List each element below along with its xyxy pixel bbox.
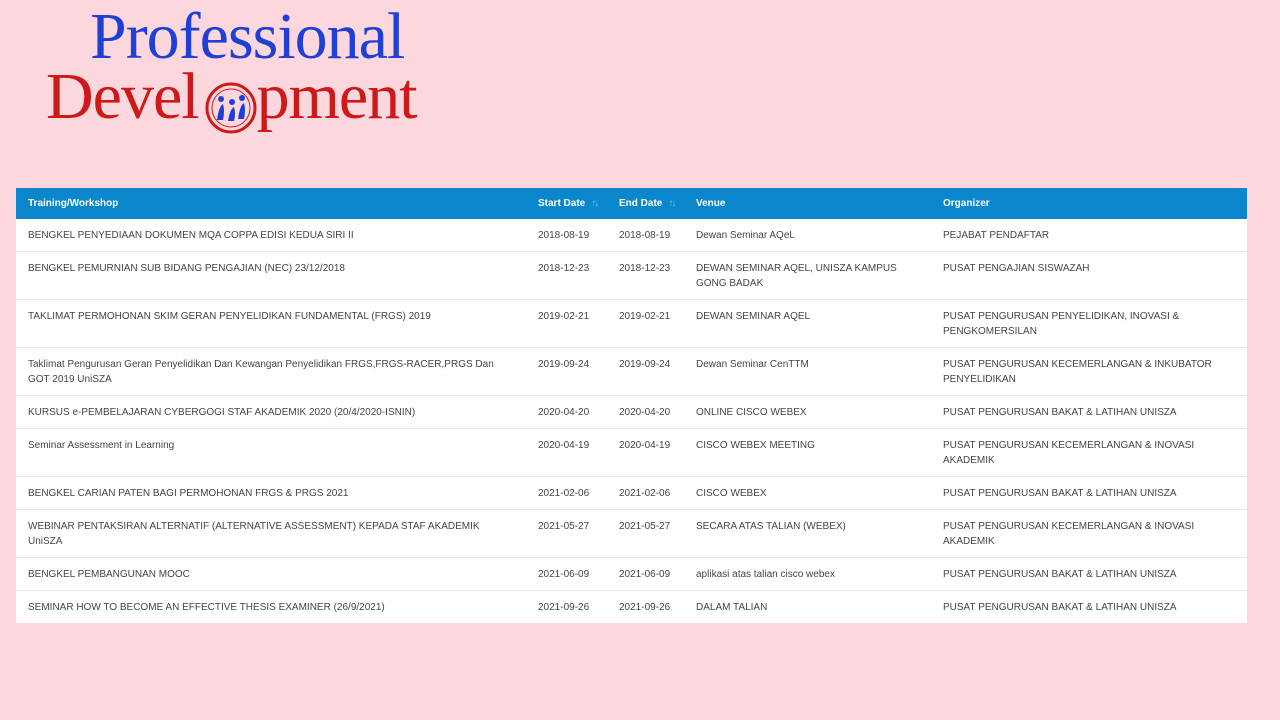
sort-arrows-icon[interactable]: ↑↓ bbox=[591, 198, 599, 209]
cell-training: Seminar Assessment in Learning bbox=[16, 428, 526, 477]
cell-venue: aplikasi atas talian cisco webex bbox=[684, 557, 931, 591]
cell-organizer: PUSAT PENGURUSAN KECEMERLANGAN & INOVASI… bbox=[931, 428, 1247, 477]
cell-organizer: PUSAT PENGURUSAN BAKAT & LATIHAN UNISZA bbox=[931, 590, 1247, 623]
cell-venue: CISCO WEBEX bbox=[684, 476, 931, 510]
table-row: SEMINAR HOW TO BECOME AN EFFECTIVE THESI… bbox=[16, 590, 1247, 623]
table-row: Seminar Assessment in Learning 2020-04-1… bbox=[16, 428, 1247, 477]
professional-development-logo: Professional Devel pment bbox=[46, 4, 456, 144]
cell-organizer: PUSAT PENGAJIAN SISWAZAH bbox=[931, 251, 1247, 300]
cell-venue: Dewan Seminar CenTTM bbox=[684, 347, 931, 396]
logo-line-development-end: pment bbox=[256, 60, 418, 133]
cell-training: BENGKEL CARIAN PATEN BAGI PERMOHONAN FRG… bbox=[16, 476, 526, 510]
cell-end-date: 2018-08-19 bbox=[619, 230, 671, 241]
logo-line-development-start: Devel bbox=[46, 60, 200, 133]
cell-start-date: 2019-02-21 bbox=[526, 299, 607, 348]
table-row: Taklimat Pengurusan Geran Penyelidikan D… bbox=[16, 347, 1247, 396]
column-header-training-workshop[interactable]: Training/Workshop bbox=[16, 188, 526, 219]
cell-organizer: PUSAT PENGURUSAN PENYELIDIKAN, INOVASI &… bbox=[931, 299, 1247, 348]
cell-venue: ONLINE CISCO WEBEX bbox=[684, 395, 931, 429]
cell-venue: DEWAN SEMINAR AQEL bbox=[684, 299, 931, 348]
cell-training: BENGKEL PEMURNIAN SUB BIDANG PENGAJIAN (… bbox=[16, 251, 526, 300]
column-header-end-date[interactable]: End Date ↑↓ bbox=[607, 188, 684, 219]
cell-start-date: 2019-09-24 bbox=[526, 347, 607, 396]
cell-start-date: 2021-05-27 bbox=[526, 509, 607, 558]
cell-end-date: 2021-05-27 bbox=[607, 509, 684, 558]
cell-start-date: 2018-12-23 bbox=[526, 251, 607, 300]
cell-end-date: 2018-12-23 bbox=[607, 251, 684, 300]
cell-training: TAKLIMAT PERMOHONAN SKIM GERAN PENYELIDI… bbox=[16, 299, 526, 348]
table-row: BENGKEL CARIAN PATEN BAGI PERMOHONAN FRG… bbox=[16, 476, 1247, 510]
sort-arrows-icon[interactable]: ↑↓ bbox=[668, 198, 676, 209]
cell-start-date: 2021-02-06 bbox=[526, 476, 607, 510]
cell-end-date: 2020-04-20 bbox=[607, 395, 684, 429]
cell-start-date: 2020-04-20 bbox=[526, 395, 607, 429]
table-body: BENGKEL PENYEDIAAN DOKUMEN MQA COPPA EDI… bbox=[16, 219, 1247, 623]
cell-end-date: 2021-02-06 bbox=[607, 476, 684, 510]
cell-training: KURSUS e-PEMBELAJARAN CYBERGOGI STAF AKA… bbox=[16, 395, 526, 429]
cell-end-date: 2019-02-21 bbox=[607, 299, 684, 348]
cell-venue: SECARA ATAS TALIAN (WEBEX) bbox=[684, 509, 931, 558]
cell-organizer: PUSAT PENGURUSAN BAKAT & LATIHAN UNISZA bbox=[931, 557, 1247, 591]
cell-start-date: 2021-09-26 bbox=[526, 590, 607, 623]
cell-start-date: 2020-04-19 bbox=[526, 428, 607, 477]
table-header-row: Training/Workshop Start Date ↑↓ End Date ↑… bbox=[16, 188, 1247, 219]
table-row: WEBINAR PENTAKSIRAN ALTERNATIF (ALTERNAT… bbox=[16, 509, 1247, 558]
cell-organizer: PUSAT PENGURUSAN BAKAT & LATIHAN UNISZA bbox=[931, 395, 1247, 429]
cell-organizer: PUSAT PENGURUSAN KECEMERLANGAN & INOVASI… bbox=[931, 509, 1247, 558]
cell-training: SEMINAR HOW TO BECOME AN EFFECTIVE THESI… bbox=[16, 590, 526, 623]
cell-organizer: PUSAT PENGURUSAN KECEMERLANGAN & INKUBAT… bbox=[931, 347, 1247, 396]
column-header-start-date[interactable]: Start Date ↑↓ bbox=[526, 188, 607, 219]
column-header-venue[interactable]: Venue bbox=[684, 188, 931, 219]
cell-venue: Dewan Seminar AQeL bbox=[696, 230, 795, 241]
training-table: Training/Workshop Start Date ↑↓ End Date ↑… bbox=[16, 188, 1247, 623]
column-header-organizer[interactable]: Organizer bbox=[931, 188, 1247, 219]
table-row: KURSUS e-PEMBELAJARAN CYBERGOGI STAF AKA… bbox=[16, 395, 1247, 429]
cell-start-date: 2021-06-09 bbox=[526, 557, 607, 591]
cell-training: BENGKEL PENYEDIAAN DOKUMEN MQA COPPA EDI… bbox=[28, 230, 354, 241]
cell-organizer: PEJABAT PENDAFTAR bbox=[943, 230, 1050, 241]
cell-venue: DALAM TALIAN bbox=[684, 590, 931, 623]
table-row: BENGKEL PENYEDIAAN DOKUMEN MQA COPPA EDI… bbox=[16, 219, 1247, 252]
cell-end-date: 2019-09-24 bbox=[607, 347, 684, 396]
cell-training: WEBINAR PENTAKSIRAN ALTERNATIF (ALTERNAT… bbox=[16, 509, 526, 558]
training-table-container: Training/Workshop Start Date ↑↓ End Date ↑… bbox=[16, 188, 1247, 623]
cell-organizer: PUSAT PENGURUSAN BAKAT & LATIHAN UNISZA bbox=[931, 476, 1247, 510]
cell-venue: CISCO WEBEX MEETING bbox=[684, 428, 931, 477]
cell-training: Taklimat Pengurusan Geran Penyelidikan D… bbox=[16, 347, 526, 396]
people-circle-emblem-icon bbox=[205, 82, 257, 134]
cell-end-date: 2021-06-09 bbox=[607, 557, 684, 591]
table-row: TAKLIMAT PERMOHONAN SKIM GERAN PENYELIDI… bbox=[16, 299, 1247, 348]
cell-end-date: 2021-09-26 bbox=[607, 590, 684, 623]
table-row: BENGKEL PEMBANGUNAN MOOC 2021-06-09 2021… bbox=[16, 557, 1247, 591]
cell-end-date: 2020-04-19 bbox=[607, 428, 684, 477]
table-row: BENGKEL PEMURNIAN SUB BIDANG PENGAJIAN (… bbox=[16, 251, 1247, 300]
cell-start-date: 2018-08-19 bbox=[538, 230, 590, 241]
cell-training: BENGKEL PEMBANGUNAN MOOC bbox=[16, 557, 526, 591]
cell-venue: DEWAN SEMINAR AQEL, UNISZA KAMPUS GONG B… bbox=[684, 251, 931, 300]
